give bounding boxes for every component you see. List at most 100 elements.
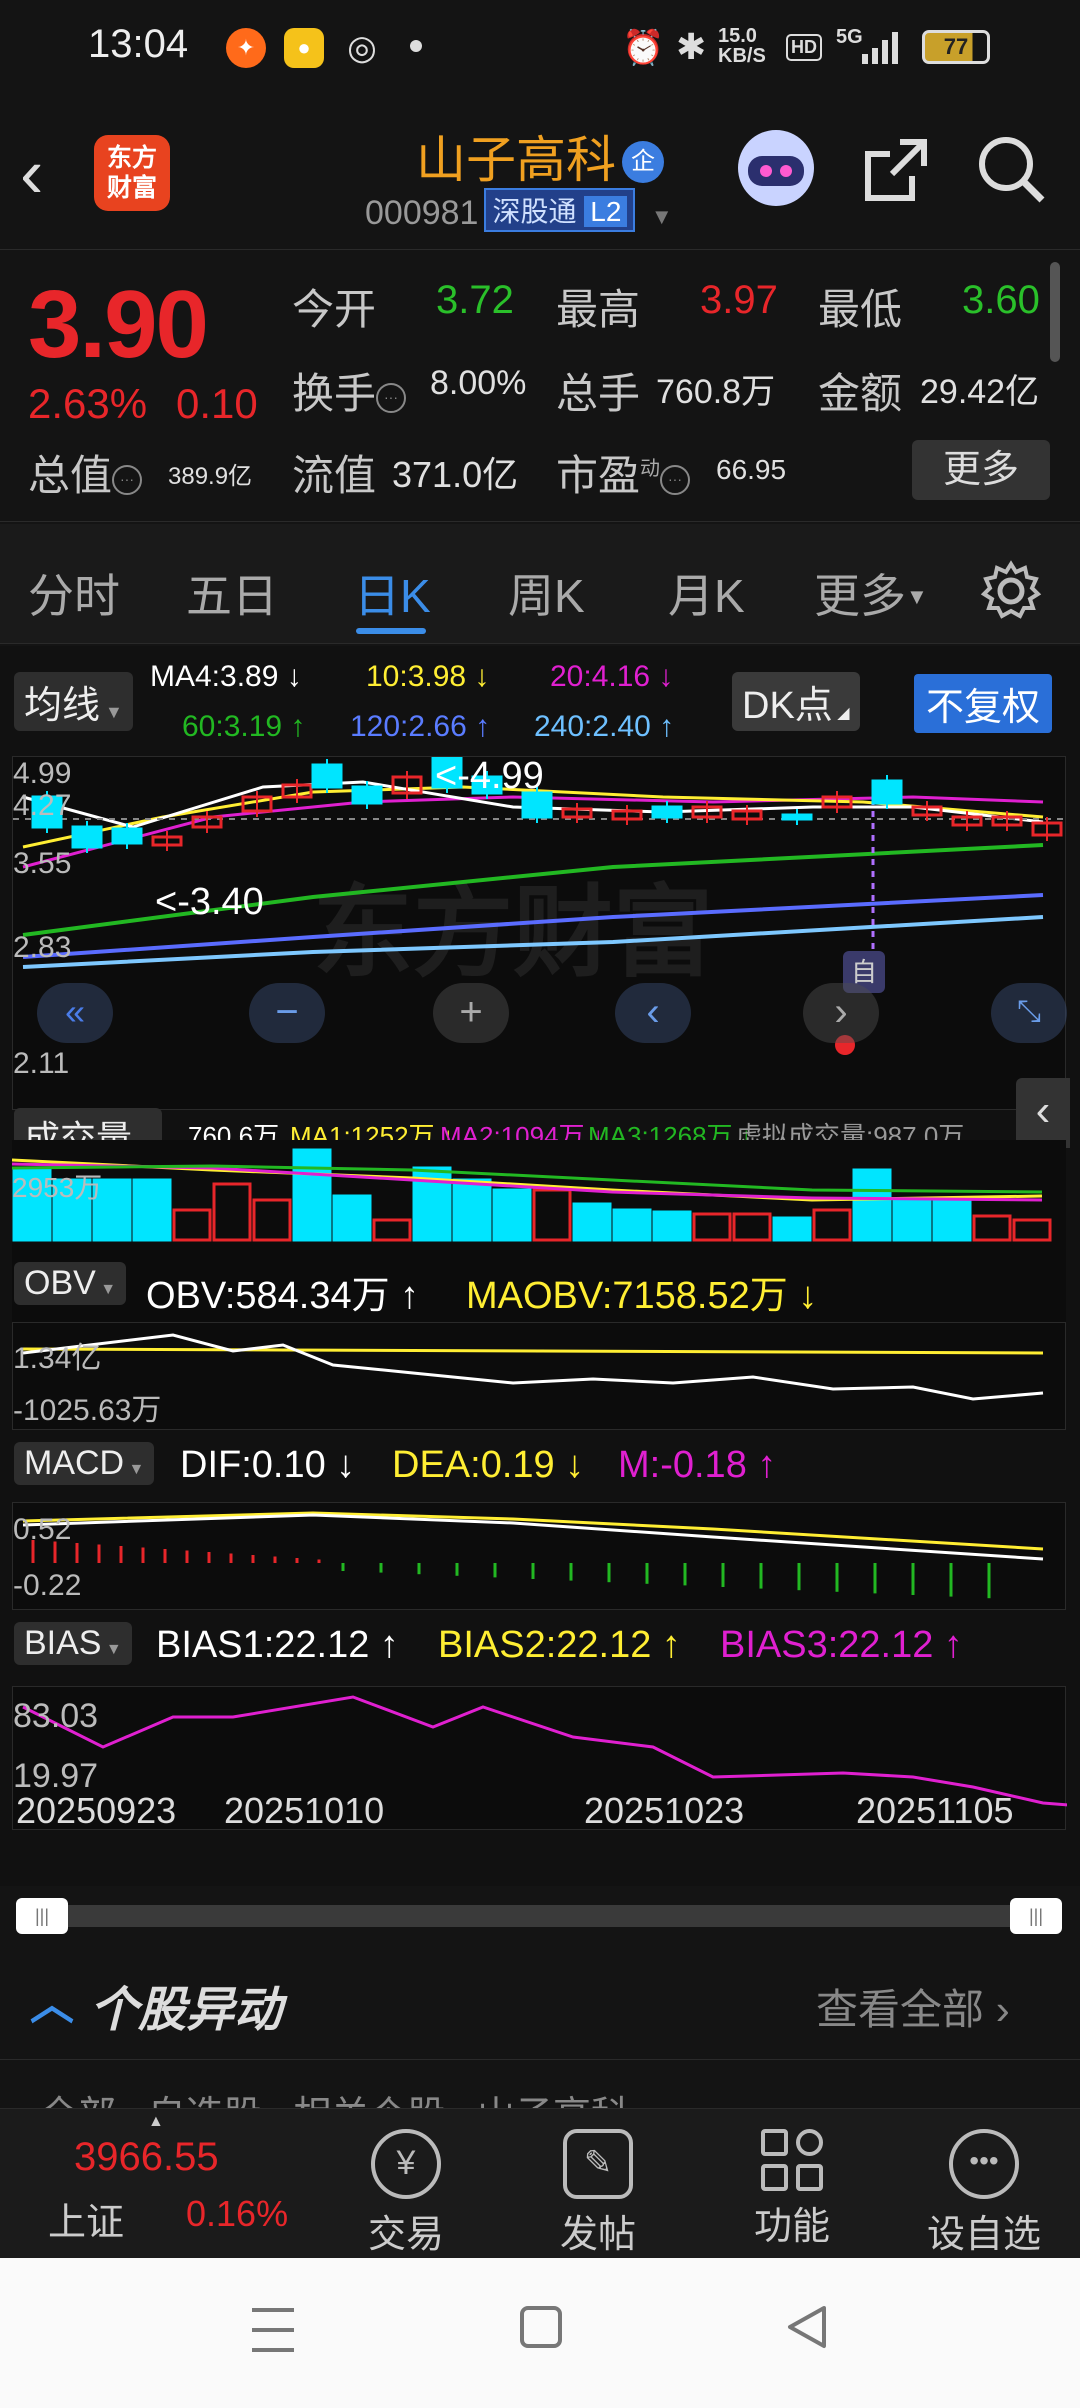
signal-icon: [862, 32, 898, 64]
tab-more[interactable]: 更多▼: [814, 560, 928, 626]
stock-name: 山子高科: [416, 132, 616, 188]
ma4-label: MA4:3.89 ↓: [150, 660, 302, 693]
bias1: BIAS1:22.12 ↑: [156, 1624, 399, 1666]
more-button[interactable]: 更多: [912, 440, 1050, 500]
macd-y-label: 0.52: [13, 1513, 72, 1546]
move-left-button[interactable]: ‹: [615, 983, 691, 1043]
amount-value: 29.42亿: [920, 373, 1040, 411]
home-icon[interactable]: [518, 2302, 564, 2352]
volume-bar: [532, 1188, 572, 1242]
range-slider-track[interactable]: [16, 1905, 1062, 1927]
volume-bar: [492, 1188, 532, 1242]
ma-selector[interactable]: 均线 ▼: [14, 672, 133, 731]
dk-point-button[interactable]: DK点 ◢: [732, 672, 860, 731]
candle: [781, 813, 813, 821]
search-icon[interactable]: [972, 130, 1052, 210]
obv-selector[interactable]: OBV ▼: [14, 1262, 127, 1305]
share-icon[interactable]: [856, 130, 936, 210]
mktcap-label-text: 总值: [28, 452, 113, 499]
obv-line: [22, 1333, 1044, 1401]
volume-bar: [932, 1198, 972, 1242]
volume-y-label: 2953万: [12, 1172, 103, 1203]
trade-tab[interactable]: ¥ 交易: [336, 2129, 476, 2258]
fullscreen-icon[interactable]: ⤡: [991, 983, 1067, 1043]
collapse-chevron-icon[interactable]: ︿: [30, 1968, 74, 2032]
add-favorite-tab[interactable]: ••• 设自选: [914, 2129, 1054, 2258]
function-tab[interactable]: 功能: [722, 2129, 862, 2250]
pe-label-text: 市盈: [556, 452, 641, 499]
candle: [71, 825, 103, 849]
ma20-label: 20:4.16 ↓: [550, 660, 674, 693]
tab-five-day[interactable]: 五日: [186, 560, 278, 626]
zoom-out-button[interactable]: −: [249, 983, 325, 1043]
tab-monthly-k[interactable]: 月K: [668, 560, 745, 626]
adjust-mode-button[interactable]: 不复权: [914, 674, 1053, 733]
info-icon[interactable]: ···: [112, 465, 143, 495]
dk-point-label: DK点: [742, 685, 833, 727]
bluetooth-icon: ✱: [676, 26, 707, 67]
back-nav-icon[interactable]: [782, 2302, 832, 2352]
volume-bar: [172, 1208, 212, 1242]
post-label: 发帖: [559, 2214, 636, 2256]
tab-intraday[interactable]: 分时: [28, 560, 120, 626]
obv-selector-label: OBV: [24, 1264, 96, 1302]
volume-bar: [772, 1216, 812, 1242]
volume-bar: [292, 1148, 332, 1242]
zoom-in-button[interactable]: +: [433, 983, 509, 1043]
volume-bar: [212, 1182, 252, 1242]
turnover-value: 8.00%: [430, 364, 527, 402]
scrollbar[interactable]: [1050, 262, 1060, 362]
robot-assistant-icon[interactable]: [734, 126, 818, 210]
volume-bar: [1012, 1218, 1052, 1242]
index-name[interactable]: 上证: [48, 2191, 124, 2246]
obv-panel[interactable]: 1.34亿 -1025.63万: [12, 1322, 1066, 1430]
kline-panel[interactable]: 东方财富 4.99 4.27 3.55 2.83 2.11 <-4.99 <-3…: [12, 751, 1067, 1110]
gear-icon[interactable]: [978, 558, 1044, 624]
info-icon[interactable]: ···: [376, 383, 407, 413]
range-handle-right[interactable]: |||: [1010, 1898, 1062, 1934]
high-marker: <-4.99: [435, 755, 544, 797]
ma120-label: 120:2.66 ↑: [350, 710, 491, 743]
jump-start-button[interactable]: «: [37, 983, 113, 1043]
macd-dea: DEA:0.19 ↓: [392, 1444, 585, 1486]
macd-selector[interactable]: MACD ▼: [14, 1442, 155, 1485]
ma240-label: 240:2.40 ↑: [534, 710, 675, 743]
index-value[interactable]: 3966.55: [74, 2135, 219, 2180]
volume-bar: [652, 1210, 692, 1242]
volume-bar: [812, 1208, 852, 1242]
pe-label: 市盈动 ···: [556, 442, 691, 503]
low-marker: <-3.40: [155, 881, 264, 923]
macd-panel[interactable]: 0.52 -0.22: [12, 1502, 1066, 1610]
tab-more-label: 更多: [814, 570, 906, 622]
dif-line: [22, 1513, 1044, 1561]
caret-up-icon: ▲: [148, 2113, 164, 2130]
pe-value: 66.95: [716, 454, 787, 485]
volume-bar: [612, 1208, 652, 1242]
tab-daily-k[interactable]: 日K: [354, 560, 431, 626]
range-handle-left[interactable]: |||: [16, 1898, 68, 1934]
maobv-line: [22, 1347, 1044, 1355]
post-tab[interactable]: ✎ 发帖: [528, 2129, 668, 2258]
view-all-label: 查看全部: [816, 1986, 985, 2033]
hd-icon: HD: [786, 34, 822, 61]
connect-tag-label: 深股通: [492, 196, 577, 227]
menu-icon[interactable]: [248, 2302, 298, 2358]
macd-dif: DIF:0.10 ↓: [180, 1444, 356, 1486]
view-all-link[interactable]: 查看全部 ›: [816, 1976, 1010, 2037]
dropdown-arrow-icon: ▼: [650, 204, 673, 229]
info-icon[interactable]: ···: [660, 465, 691, 495]
add-favorite-label: 设自选: [926, 2214, 1041, 2256]
kline-chart: 东方财富: [13, 751, 1067, 1055]
stock-code-line[interactable]: 000981 深股通 L2 ▼: [365, 188, 673, 233]
status-bar: 13:04 ✦ ● ◎ ⏰ ✱ 15.0 KB/S HD 5G 77: [0, 0, 1080, 100]
low-value: 3.60: [962, 278, 1040, 322]
news-tabs-text[interactable]: 全部 自选股 相关个股 山子高科: [40, 2084, 629, 2108]
bias-selector[interactable]: BIAS ▼: [14, 1622, 132, 1665]
collapse-panel-button[interactable]: ‹: [1016, 1078, 1070, 1148]
move-right-button[interactable]: ›: [803, 983, 879, 1043]
period-tabs: 分时 五日 日K 周K 月K 更多▼: [0, 524, 1080, 644]
dropdown-arrow-icon: ▼: [100, 702, 123, 722]
tab-weekly-k[interactable]: 周K: [508, 560, 585, 626]
dropdown-arrow-icon: ▼: [906, 584, 928, 609]
index-pct[interactable]: 0.16%: [186, 2193, 288, 2235]
